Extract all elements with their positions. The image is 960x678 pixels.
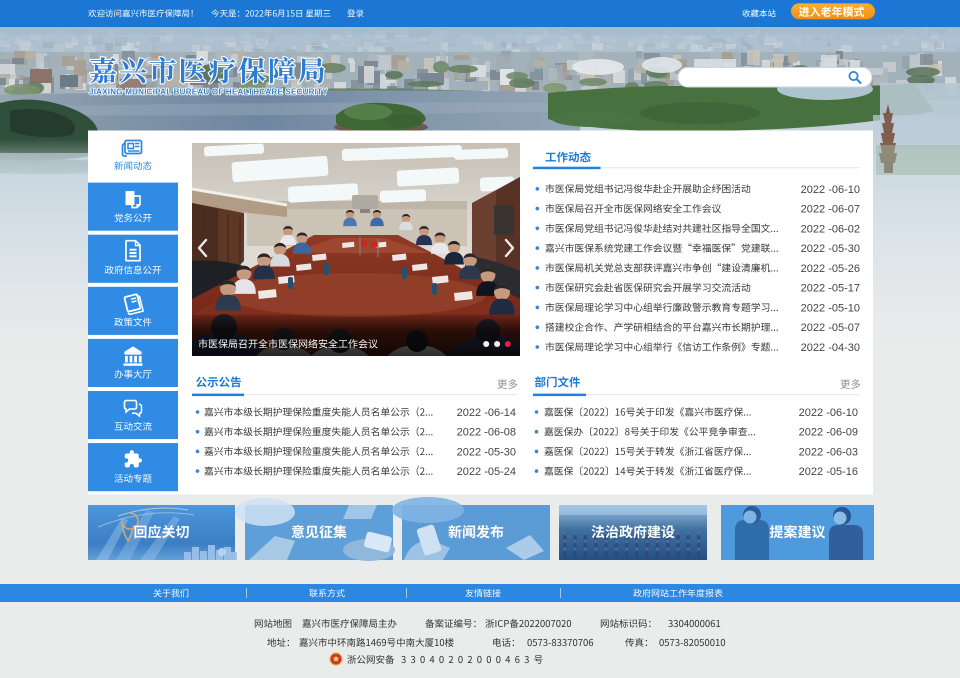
- svg-text:2022 -06-10: 2022 -06-10: [801, 184, 860, 196]
- svg-text:2022 -06-09: 2022 -06-09: [799, 427, 858, 439]
- svg-text:2022 -06-10: 2022 -06-10: [799, 407, 858, 419]
- svg-text:2022 -04-30: 2022 -04-30: [801, 342, 860, 354]
- svg-text:2022 -05-10: 2022 -05-10: [801, 302, 860, 314]
- svg-text:2022 -05-17: 2022 -05-17: [801, 283, 860, 295]
- svg-text:JIAXING MUNICIPAL BUREAU OF HE: JIAXING MUNICIPAL BUREAU OF HEALTHCARE S…: [89, 88, 328, 97]
- svg-text:2022 -06-08: 2022 -06-08: [457, 427, 516, 439]
- svg-text:2022 -06-07: 2022 -06-07: [801, 204, 860, 216]
- svg-text:2022 -05-26: 2022 -05-26: [801, 263, 860, 275]
- svg-text:2022 -05-16: 2022 -05-16: [799, 466, 858, 478]
- svg-text:2022 -06-03: 2022 -06-03: [799, 446, 858, 458]
- svg-text:2022 -05-24: 2022 -05-24: [457, 466, 516, 478]
- svg-text:2022 -06-14: 2022 -06-14: [457, 407, 516, 419]
- svg-text:2022 -06-02: 2022 -06-02: [801, 223, 860, 235]
- svg-text:2022 -05-07: 2022 -05-07: [801, 322, 860, 334]
- svg-text:2022 -05-30: 2022 -05-30: [457, 446, 516, 458]
- svg-text:2022 -05-30: 2022 -05-30: [801, 243, 860, 255]
